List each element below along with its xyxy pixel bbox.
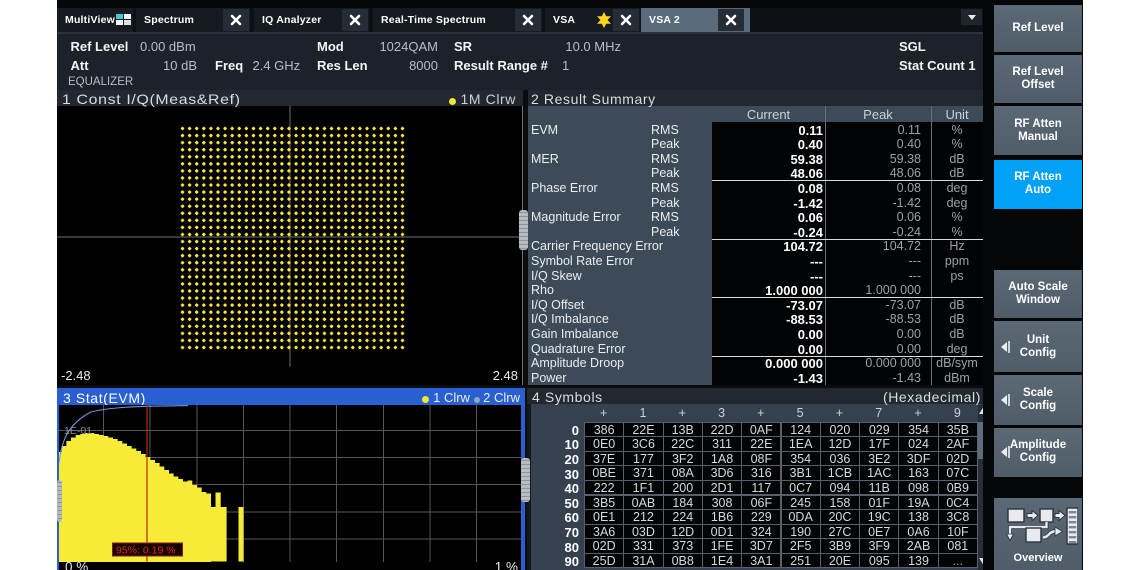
svg-text:95%: 0.19 %: 95%: 0.19 %	[116, 545, 176, 557]
svg-text:0 %: 0 %	[65, 560, 88, 570]
svg-text:1 %: 1 %	[495, 560, 518, 570]
svg-text:1E-01: 1E-01	[64, 425, 92, 437]
